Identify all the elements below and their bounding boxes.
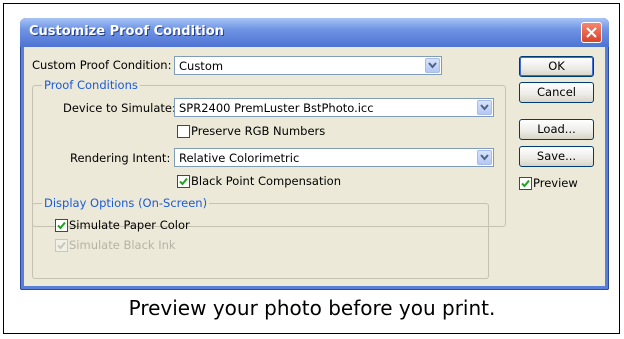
dropdown-button[interactable] (477, 150, 492, 165)
dialog-body: Custom Proof Condition: Custom Proof Con… (24, 47, 605, 286)
preserve-rgb-checkbox[interactable] (177, 125, 190, 138)
chevron-down-icon (428, 62, 437, 69)
close-button[interactable] (581, 22, 602, 43)
simulate-paper-checkbox[interactable] (55, 219, 68, 232)
ok-button[interactable]: OK (519, 56, 594, 77)
checkmark-icon (521, 179, 530, 188)
simulate-black-ink-checkbox[interactable] (55, 239, 68, 252)
rendering-intent-value: Relative Colorimetric (179, 151, 300, 165)
checkmark-icon (179, 177, 188, 186)
custom-proof-value: Custom (179, 59, 224, 73)
device-to-simulate-value: SPR2400 PremLuster BstPhoto.icc (179, 101, 374, 115)
device-to-simulate-select[interactable]: SPR2400 PremLuster BstPhoto.icc (174, 98, 494, 117)
title-bar[interactable]: Customize Proof Condition (20, 18, 609, 47)
black-point-label: Black Point Compensation (191, 174, 341, 188)
close-icon (586, 27, 597, 38)
cancel-button[interactable]: Cancel (519, 82, 594, 103)
rendering-intent-label: Rendering Intent: (70, 151, 171, 165)
preview-label: Preview (533, 176, 578, 190)
dialog-title: Customize Proof Condition (29, 24, 224, 39)
proof-conditions-title: Proof Conditions (42, 78, 140, 92)
save-button[interactable]: Save... (519, 146, 594, 167)
checkmark-icon (57, 241, 66, 250)
rendering-intent-select[interactable]: Relative Colorimetric (174, 148, 494, 167)
dropdown-button[interactable] (477, 100, 492, 115)
display-options-title: Display Options (On-Screen) (42, 196, 210, 210)
custom-proof-label: Custom Proof Condition: (32, 58, 172, 72)
preserve-rgb-label: Preserve RGB Numbers (191, 124, 326, 138)
load-button[interactable]: Load... (519, 119, 594, 140)
preview-checkbox[interactable] (519, 177, 532, 190)
simulate-paper-label: Simulate Paper Color (69, 218, 190, 232)
dropdown-button[interactable] (425, 58, 440, 73)
checkmark-icon (57, 221, 66, 230)
device-to-simulate-label: Device to Simulate: (63, 101, 176, 115)
chevron-down-icon (480, 154, 489, 161)
black-point-checkbox[interactable] (177, 175, 190, 188)
chevron-down-icon (480, 104, 489, 111)
figure-caption: Preview your photo before you print. (128, 296, 496, 320)
custom-proof-select[interactable]: Custom (174, 56, 442, 75)
customize-proof-dialog: Customize Proof Condition Custom Proof C… (20, 18, 609, 290)
simulate-black-ink-label: Simulate Black Ink (69, 238, 176, 252)
